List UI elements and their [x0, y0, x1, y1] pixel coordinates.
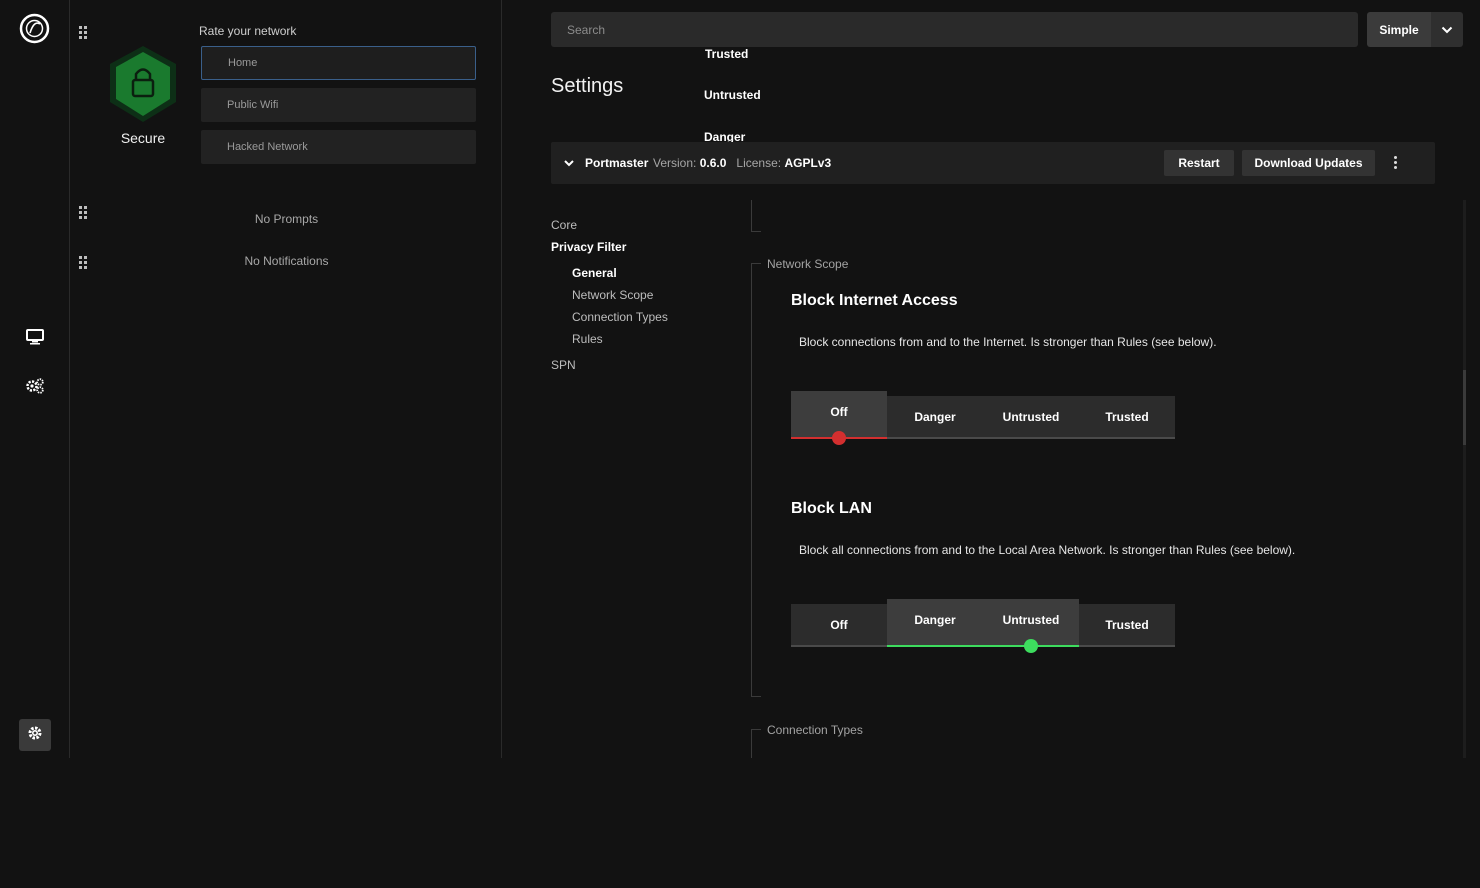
restart-button[interactable]: Restart — [1164, 150, 1234, 176]
chevron-down-icon[interactable] — [563, 156, 575, 174]
tree-line — [751, 263, 752, 696]
block-lan-title: Block LAN — [791, 500, 872, 517]
block-lan-selector: Off Danger Untrusted Trusted — [791, 599, 1175, 653]
page-title: Settings — [551, 75, 624, 97]
app-version-info: Version: 0.6.0 License: AGPLv3 — [653, 156, 831, 170]
rate-option-sub: Hacked Network — [227, 141, 308, 153]
settings-button[interactable] — [19, 719, 51, 751]
prompts-empty-text: No Prompts — [254, 212, 319, 226]
tree-tick — [751, 696, 761, 697]
option-trusted[interactable]: Trusted — [1079, 604, 1175, 645]
rate-option-danger[interactable]: Danger Hacked Network — [201, 130, 745, 164]
app-name: Portmaster — [585, 156, 649, 170]
option-trusted[interactable]: Trusted — [1079, 396, 1175, 437]
shield-lock-icon — [107, 44, 179, 124]
search-input[interactable] — [551, 12, 1358, 47]
more-options-icon[interactable] — [1389, 154, 1401, 172]
block-internet-title: Block Internet Access — [791, 292, 958, 309]
license-label: License: — [736, 156, 782, 170]
option-untrusted[interactable]: Untrusted — [983, 396, 1079, 437]
toc-core[interactable]: Core — [551, 218, 577, 232]
tree-tick — [751, 231, 761, 232]
rate-option-trusted[interactable]: Trusted Home — [201, 46, 748, 80]
rate-option-untrusted[interactable]: Untrusted Public Wifi — [201, 88, 761, 122]
option-danger[interactable]: Danger — [887, 599, 983, 646]
toc-rules[interactable]: Rules — [572, 332, 603, 346]
download-updates-button[interactable]: Download Updates — [1242, 150, 1375, 176]
rate-network-title: Rate your network — [199, 24, 297, 38]
drag-handle-icon[interactable] — [79, 26, 91, 40]
mode-dropdown-button[interactable] — [1431, 12, 1463, 47]
toc-privacy-filter[interactable]: Privacy Filter — [551, 240, 626, 254]
app-info-bar: Portmaster Version: 0.6.0 License: AGPLv… — [551, 142, 1435, 184]
tree-tick — [751, 263, 761, 264]
block-internet-selector: Off Danger Untrusted Trusted — [791, 391, 1175, 445]
tree-line — [751, 200, 752, 232]
rate-option-sub: Home — [228, 57, 258, 69]
section-connection-types: Connection Types — [767, 723, 863, 737]
mode-button[interactable]: Simple — [1367, 12, 1431, 47]
block-internet-description: Block connections from and to the Intern… — [799, 335, 1217, 349]
toc-network-scope[interactable]: Network Scope — [572, 288, 653, 302]
option-danger[interactable]: Danger — [887, 396, 983, 437]
toc-spn[interactable]: SPN — [551, 358, 576, 372]
scrollbar-thumb[interactable] — [1463, 370, 1466, 445]
selector-knob[interactable] — [832, 431, 846, 445]
selector-knob[interactable] — [1024, 639, 1038, 653]
selector-fill — [887, 645, 1079, 647]
scrollbar[interactable] — [1463, 200, 1466, 758]
version-label: Version: — [653, 156, 697, 170]
sidebar: Secure Rate your network Trusted Home Un… — [71, 0, 761, 758]
gears-icon[interactable] — [22, 373, 48, 399]
section-network-scope: Network Scope — [767, 257, 849, 271]
gear-icon — [27, 725, 43, 746]
toc-connection-types[interactable]: Connection Types — [572, 310, 668, 324]
chevron-down-icon — [1441, 21, 1453, 39]
monitor-icon[interactable] — [22, 324, 48, 350]
toc-general[interactable]: General — [572, 266, 617, 280]
app-nav — [0, 0, 70, 758]
tree-line — [751, 729, 752, 758]
portmaster-logo-icon[interactable] — [19, 13, 50, 44]
notifications-empty-text: No Notifications — [244, 254, 329, 268]
option-off[interactable]: Off — [791, 604, 887, 645]
license-value: AGPLv3 — [784, 156, 832, 170]
version-value: 0.6.0 — [699, 156, 727, 170]
block-lan-description: Block all connections from and to the Lo… — [799, 543, 1296, 557]
main-content: Simple Settings Portmaster Version: 0.6.… — [503, 0, 1480, 758]
tree-tick — [751, 729, 761, 730]
rate-option-sub: Public Wifi — [227, 99, 279, 111]
security-status-label: Secure — [120, 130, 166, 146]
